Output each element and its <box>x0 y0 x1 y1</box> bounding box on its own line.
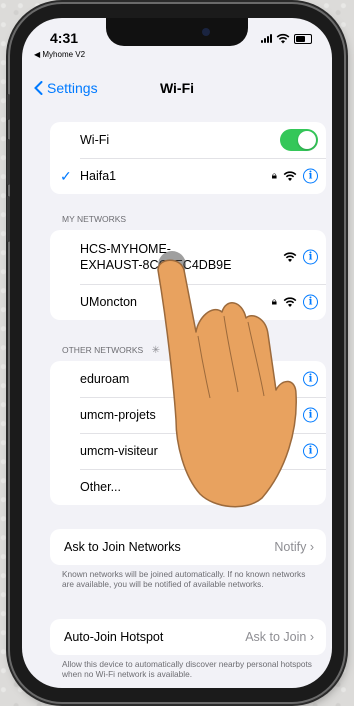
pointing-hand-illustration <box>157 251 297 508</box>
